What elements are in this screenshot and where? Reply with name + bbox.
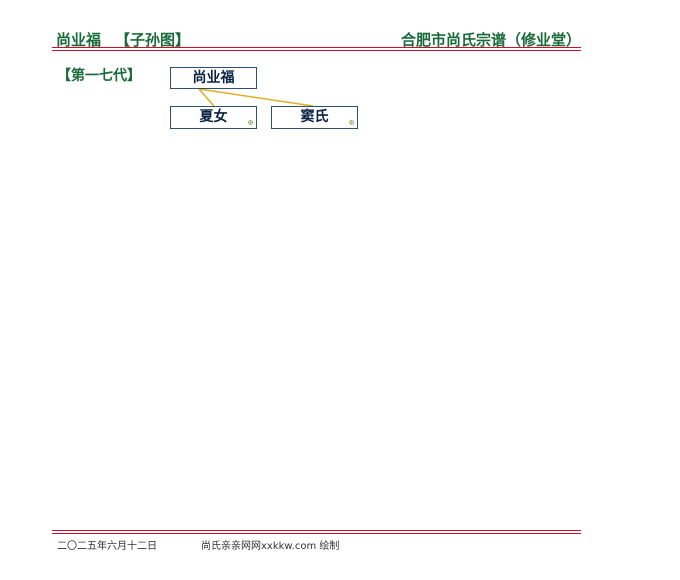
expand-icon[interactable]: ⊕ [247, 119, 254, 127]
connector-to-spouse-2 [198, 88, 314, 107]
root-person-node[interactable]: 尚业福 [170, 67, 257, 89]
spouse-node[interactable]: 夏女 ⊕ [170, 106, 257, 129]
footer-rule-bottom [52, 533, 581, 534]
footer-date: 二〇二五年六月十二日 [57, 541, 157, 552]
spouse-node[interactable]: 窦氏 ⊕ [271, 106, 358, 129]
spouse-name: 夏女 [199, 109, 228, 125]
footer-credit: 尚氏亲亲网网xxkkw.com 绘制 [201, 541, 340, 552]
root-person-name: 尚业福 [192, 70, 235, 86]
footer-rule-top [52, 530, 581, 531]
spouse-name: 窦氏 [300, 109, 329, 125]
tree-connectors [198, 88, 314, 107]
expand-icon[interactable]: ⊕ [348, 119, 355, 127]
